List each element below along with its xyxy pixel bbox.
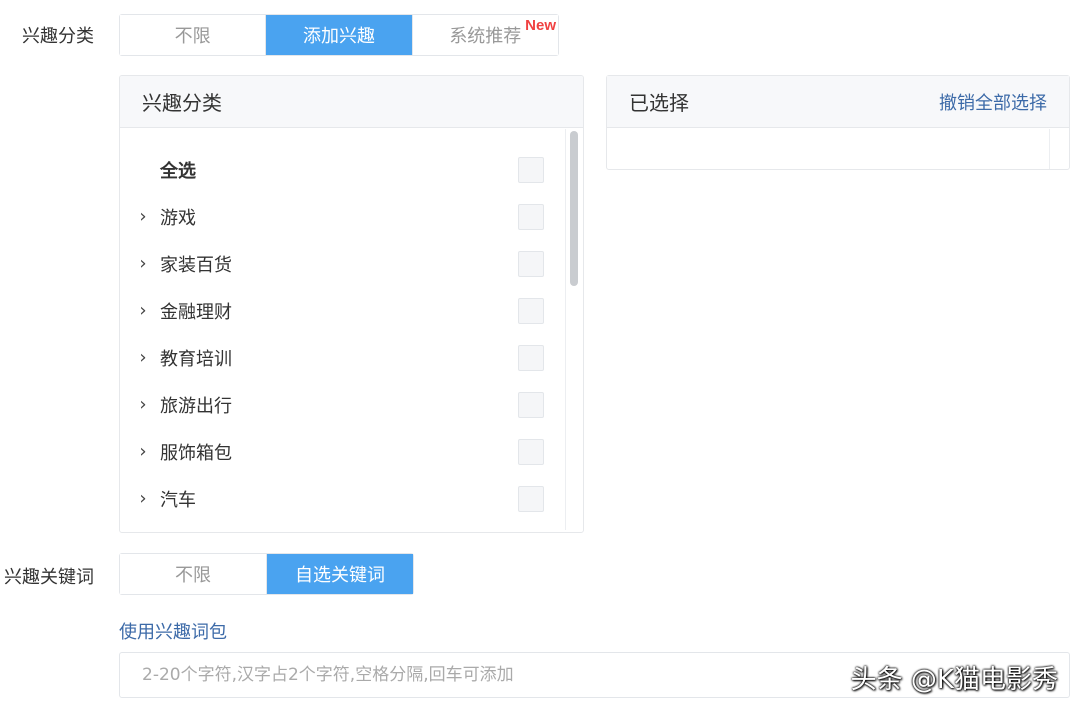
tree-row-games[interactable]: › 游戏: [120, 193, 566, 240]
tree-row-education[interactable]: › 教育培训: [120, 334, 566, 381]
category-panel-header: 兴趣分类: [120, 76, 583, 128]
scrollbar[interactable]: [565, 129, 581, 530]
option-system-recommend-label: 系统推荐: [449, 26, 522, 47]
checkbox[interactable]: [518, 344, 544, 371]
chevron-right-icon[interactable]: ›: [120, 394, 160, 415]
checkbox[interactable]: [518, 485, 544, 512]
use-interest-package-link[interactable]: 使用兴趣词包: [119, 618, 227, 644]
option-custom-keywords[interactable]: 自选关键词: [267, 554, 413, 594]
tree-label: 服饰箱包: [160, 442, 232, 464]
tree-row-select-all[interactable]: 全选: [120, 146, 566, 193]
category-panel-title: 兴趣分类: [142, 91, 222, 115]
selected-panel-header: 已选择 撤销全部选择: [607, 76, 1069, 128]
tree-label: 家装百货: [160, 254, 232, 276]
interest-keywords-label: 兴趣关键词: [4, 567, 94, 588]
tree-label: 旅游出行: [160, 395, 232, 417]
category-panel: 兴趣分类 全选 › 游戏 › 家装百货 › 金融理财 › 教育培训 › 旅游出行…: [119, 75, 584, 533]
clear-all-selection-link[interactable]: 撤销全部选择: [939, 89, 1047, 115]
tree-row-home-goods[interactable]: › 家装百货: [120, 240, 566, 287]
option-system-recommend[interactable]: 系统推荐 New: [412, 15, 558, 55]
interest-category-label: 兴趣分类: [22, 26, 94, 47]
tree-label: 教育培训: [160, 348, 232, 370]
option-add-interest[interactable]: 添加兴趣: [266, 15, 413, 55]
watermark: 头条 @K猫电影秀: [850, 665, 1058, 695]
tree-row-travel[interactable]: › 旅游出行: [120, 381, 566, 428]
option-unlimited[interactable]: 不限: [120, 15, 267, 55]
tree-label: 金融理财: [160, 301, 232, 323]
chevron-right-icon[interactable]: ›: [120, 253, 160, 274]
tree-label: 全选: [160, 160, 196, 182]
selected-panel-title: 已选择: [629, 91, 689, 115]
tree-row-apparel[interactable]: › 服饰箱包: [120, 428, 566, 475]
checkbox[interactable]: [518, 438, 544, 465]
select-all-checkbox[interactable]: [518, 156, 544, 183]
keyword-input[interactable]: [142, 665, 842, 685]
tree-row-finance[interactable]: › 金融理财: [120, 287, 566, 334]
new-badge: New: [525, 17, 556, 34]
chevron-right-icon[interactable]: ›: [120, 488, 160, 509]
chevron-right-icon[interactable]: ›: [120, 347, 160, 368]
checkbox[interactable]: [518, 391, 544, 418]
selected-scrollbar[interactable]: [1049, 129, 1069, 169]
chevron-right-icon[interactable]: ›: [120, 206, 160, 227]
scrollbar-thumb[interactable]: [570, 131, 578, 286]
chevron-right-icon[interactable]: ›: [120, 441, 160, 462]
selected-panel: 已选择 撤销全部选择: [606, 75, 1070, 170]
checkbox[interactable]: [518, 297, 544, 324]
chevron-right-icon[interactable]: ›: [120, 300, 160, 321]
checkbox[interactable]: [518, 250, 544, 277]
checkbox[interactable]: [518, 203, 544, 230]
interest-category-toggle: 不限 添加兴趣 系统推荐 New: [119, 14, 559, 56]
tree-label: 游戏: [160, 207, 196, 229]
option-unlimited[interactable]: 不限: [120, 554, 267, 594]
tree-row-auto[interactable]: › 汽车: [120, 475, 566, 522]
tree-label: 汽车: [160, 489, 196, 511]
interest-keywords-toggle: 不限 自选关键词: [119, 553, 414, 595]
